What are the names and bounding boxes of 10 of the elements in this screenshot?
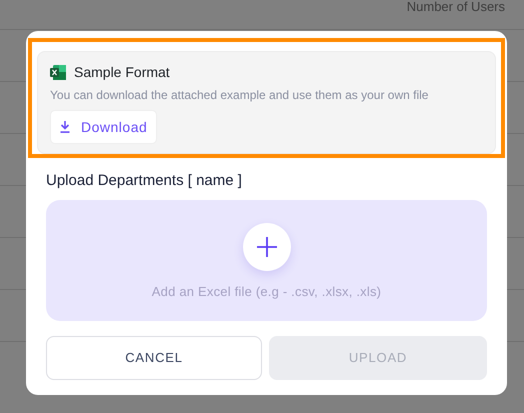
card-title: Sample Format: [74, 63, 170, 82]
download-icon: [60, 121, 70, 133]
column-header: Number of Users: [406, 0, 505, 13]
section-label: Upload Departments [ name ]: [46, 171, 243, 191]
download-button[interactable]: Download: [50, 110, 158, 144]
spreadsheet-icon: [50, 65, 66, 80]
dropzone-hint: Add an Excel file (e.g - .csv, .xlsx, .xls): [152, 282, 382, 301]
cancel-button[interactable]: CANCEL: [46, 336, 262, 380]
plus-icon: [256, 236, 276, 256]
card-description: You can download the attached example and use them as your own file: [50, 87, 430, 104]
